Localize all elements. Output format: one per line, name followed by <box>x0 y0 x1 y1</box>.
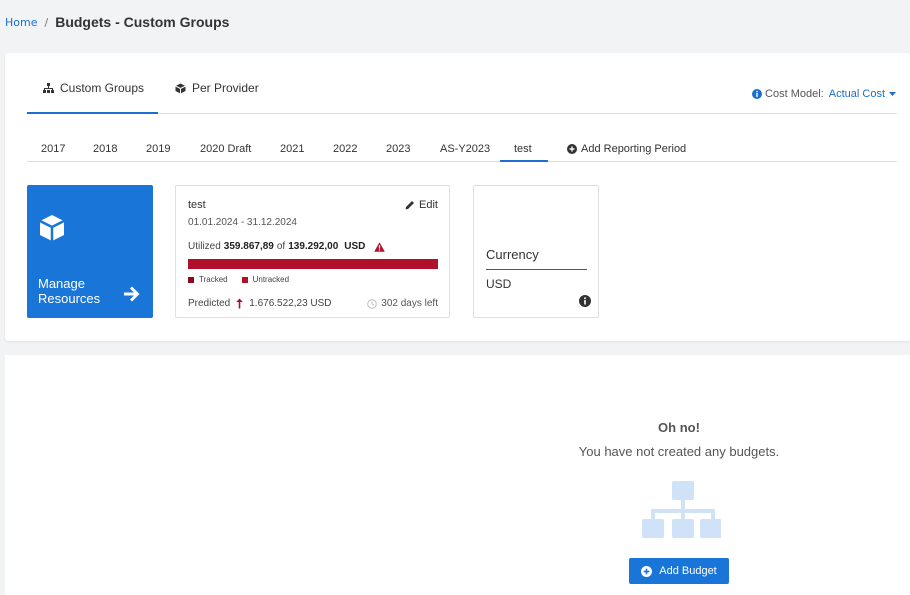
currency-divider <box>486 269 587 270</box>
total-budget-value: 139.292,00 <box>288 241 339 252</box>
legend-untracked-swatch <box>241 276 248 283</box>
reporting-period-tabs: 2017 2018 2019 2020 Draft 2021 2022 2023… <box>27 137 897 162</box>
add-budget-button[interactable]: Add Budget <box>629 558 729 584</box>
predicted-spend: Predicted 1.676.522,23 USD <box>188 298 332 309</box>
caret-down-icon <box>889 92 896 96</box>
cube-icon <box>175 83 186 93</box>
legend-untracked: Untracked <box>241 275 290 284</box>
tab-per-provider-label: Per Provider <box>192 81 259 95</box>
cost-model-label: Cost Model: <box>765 88 824 100</box>
plus-circle-icon <box>641 565 653 577</box>
edit-label: Edit <box>419 199 438 211</box>
utilized-value: 359.867,89 <box>223 241 274 252</box>
legend-tracked-swatch <box>188 276 194 283</box>
currency-label: Currency <box>486 247 539 262</box>
sitemap-icon <box>642 481 721 538</box>
tab-period-2022[interactable]: 2022 <box>333 143 357 155</box>
breadcrumb: Home / Budgets - Custom Groups <box>5 14 229 30</box>
tab-period-2020-draft[interactable]: 2020 Draft <box>200 143 251 155</box>
cost-model-selector: Cost Model: Actual Cost <box>752 88 897 100</box>
utilized-currency: USD <box>344 241 366 252</box>
currency-value: USD <box>486 277 512 291</box>
plus-circle-icon <box>567 144 577 154</box>
predicted-label: Predicted <box>188 298 231 309</box>
tab-period-2017[interactable]: 2017 <box>41 143 65 155</box>
tab-per-provider[interactable]: Per Provider <box>175 81 259 95</box>
tab-period-test[interactable]: test <box>514 143 532 155</box>
utilization-legend: Tracked Untracked <box>188 275 303 284</box>
manage-resources-button[interactable]: Manage Resources <box>27 185 153 318</box>
arrow-right-icon <box>124 286 140 302</box>
add-reporting-period-button[interactable]: Add Reporting Period <box>567 143 686 155</box>
legend-untracked-label: Untracked <box>252 275 290 284</box>
utilization-summary: Utilized 359.867,89 of 139.292,00 USD <box>188 241 386 252</box>
utilized-label: Utilized <box>188 241 221 252</box>
breadcrumb-home-link[interactable]: Home <box>5 16 37 29</box>
legend-tracked: Tracked <box>188 275 228 284</box>
utilization-progress-bar <box>188 259 438 269</box>
utilization-progress-fill <box>188 259 438 269</box>
budget-overview-panel: Custom Groups Per Provider Cost Model: A… <box>5 53 910 341</box>
cost-model-value: Actual Cost <box>828 88 885 100</box>
active-period-indicator <box>500 160 548 162</box>
currency-card: Currency USD <box>473 185 599 318</box>
tab-custom-groups[interactable]: Custom Groups <box>43 81 144 95</box>
tab-period-2023[interactable]: 2023 <box>386 143 410 155</box>
sitemap-icon <box>43 83 54 93</box>
add-reporting-period-label: Add Reporting Period <box>581 143 687 155</box>
info-icon[interactable] <box>579 295 591 307</box>
of-label: of <box>276 241 286 252</box>
info-icon <box>752 89 763 99</box>
days-left-label: 302 days left <box>381 298 438 309</box>
empty-state-title: Oh no! <box>658 420 700 435</box>
main-tabs: Custom Groups Per Provider <box>27 53 897 114</box>
empty-state-message: You have not created any budgets. <box>578 444 780 459</box>
days-left: 302 days left <box>367 298 438 309</box>
tab-period-2019[interactable]: 2019 <box>146 143 170 155</box>
arrow-up-icon <box>236 298 244 309</box>
pencil-icon <box>405 201 415 210</box>
edit-button[interactable]: Edit <box>405 199 438 211</box>
budget-period-card: test Edit 01.01.2024 - 31.12.2024 Utiliz… <box>175 185 450 318</box>
budget-period-name: test <box>188 199 206 211</box>
tab-period-2018[interactable]: 2018 <box>93 143 117 155</box>
empty-state: Oh no! You have not created any budgets.… <box>5 355 910 595</box>
page-title: Budgets - Custom Groups <box>55 14 230 30</box>
budget-period-dates: 01.01.2024 - 31.12.2024 <box>188 217 297 228</box>
legend-tracked-label: Tracked <box>199 275 228 284</box>
add-budget-label: Add Budget <box>659 565 717 577</box>
budgets-list-panel: Oh no! You have not created any budgets.… <box>5 355 910 595</box>
active-tab-indicator <box>27 112 158 114</box>
tab-period-as-y2023[interactable]: AS-Y2023 <box>440 143 490 155</box>
warning-icon <box>374 241 386 252</box>
tab-custom-groups-label: Custom Groups <box>60 81 145 95</box>
tab-period-2021[interactable]: 2021 <box>280 143 304 155</box>
cube-icon <box>39 215 65 241</box>
clock-icon <box>367 298 378 309</box>
manage-resources-label: Manage Resources <box>38 276 101 306</box>
cost-model-dropdown[interactable]: Actual Cost <box>829 88 897 100</box>
breadcrumb-separator: / <box>44 15 49 29</box>
predicted-value: 1.676.522,23 USD <box>249 298 332 309</box>
